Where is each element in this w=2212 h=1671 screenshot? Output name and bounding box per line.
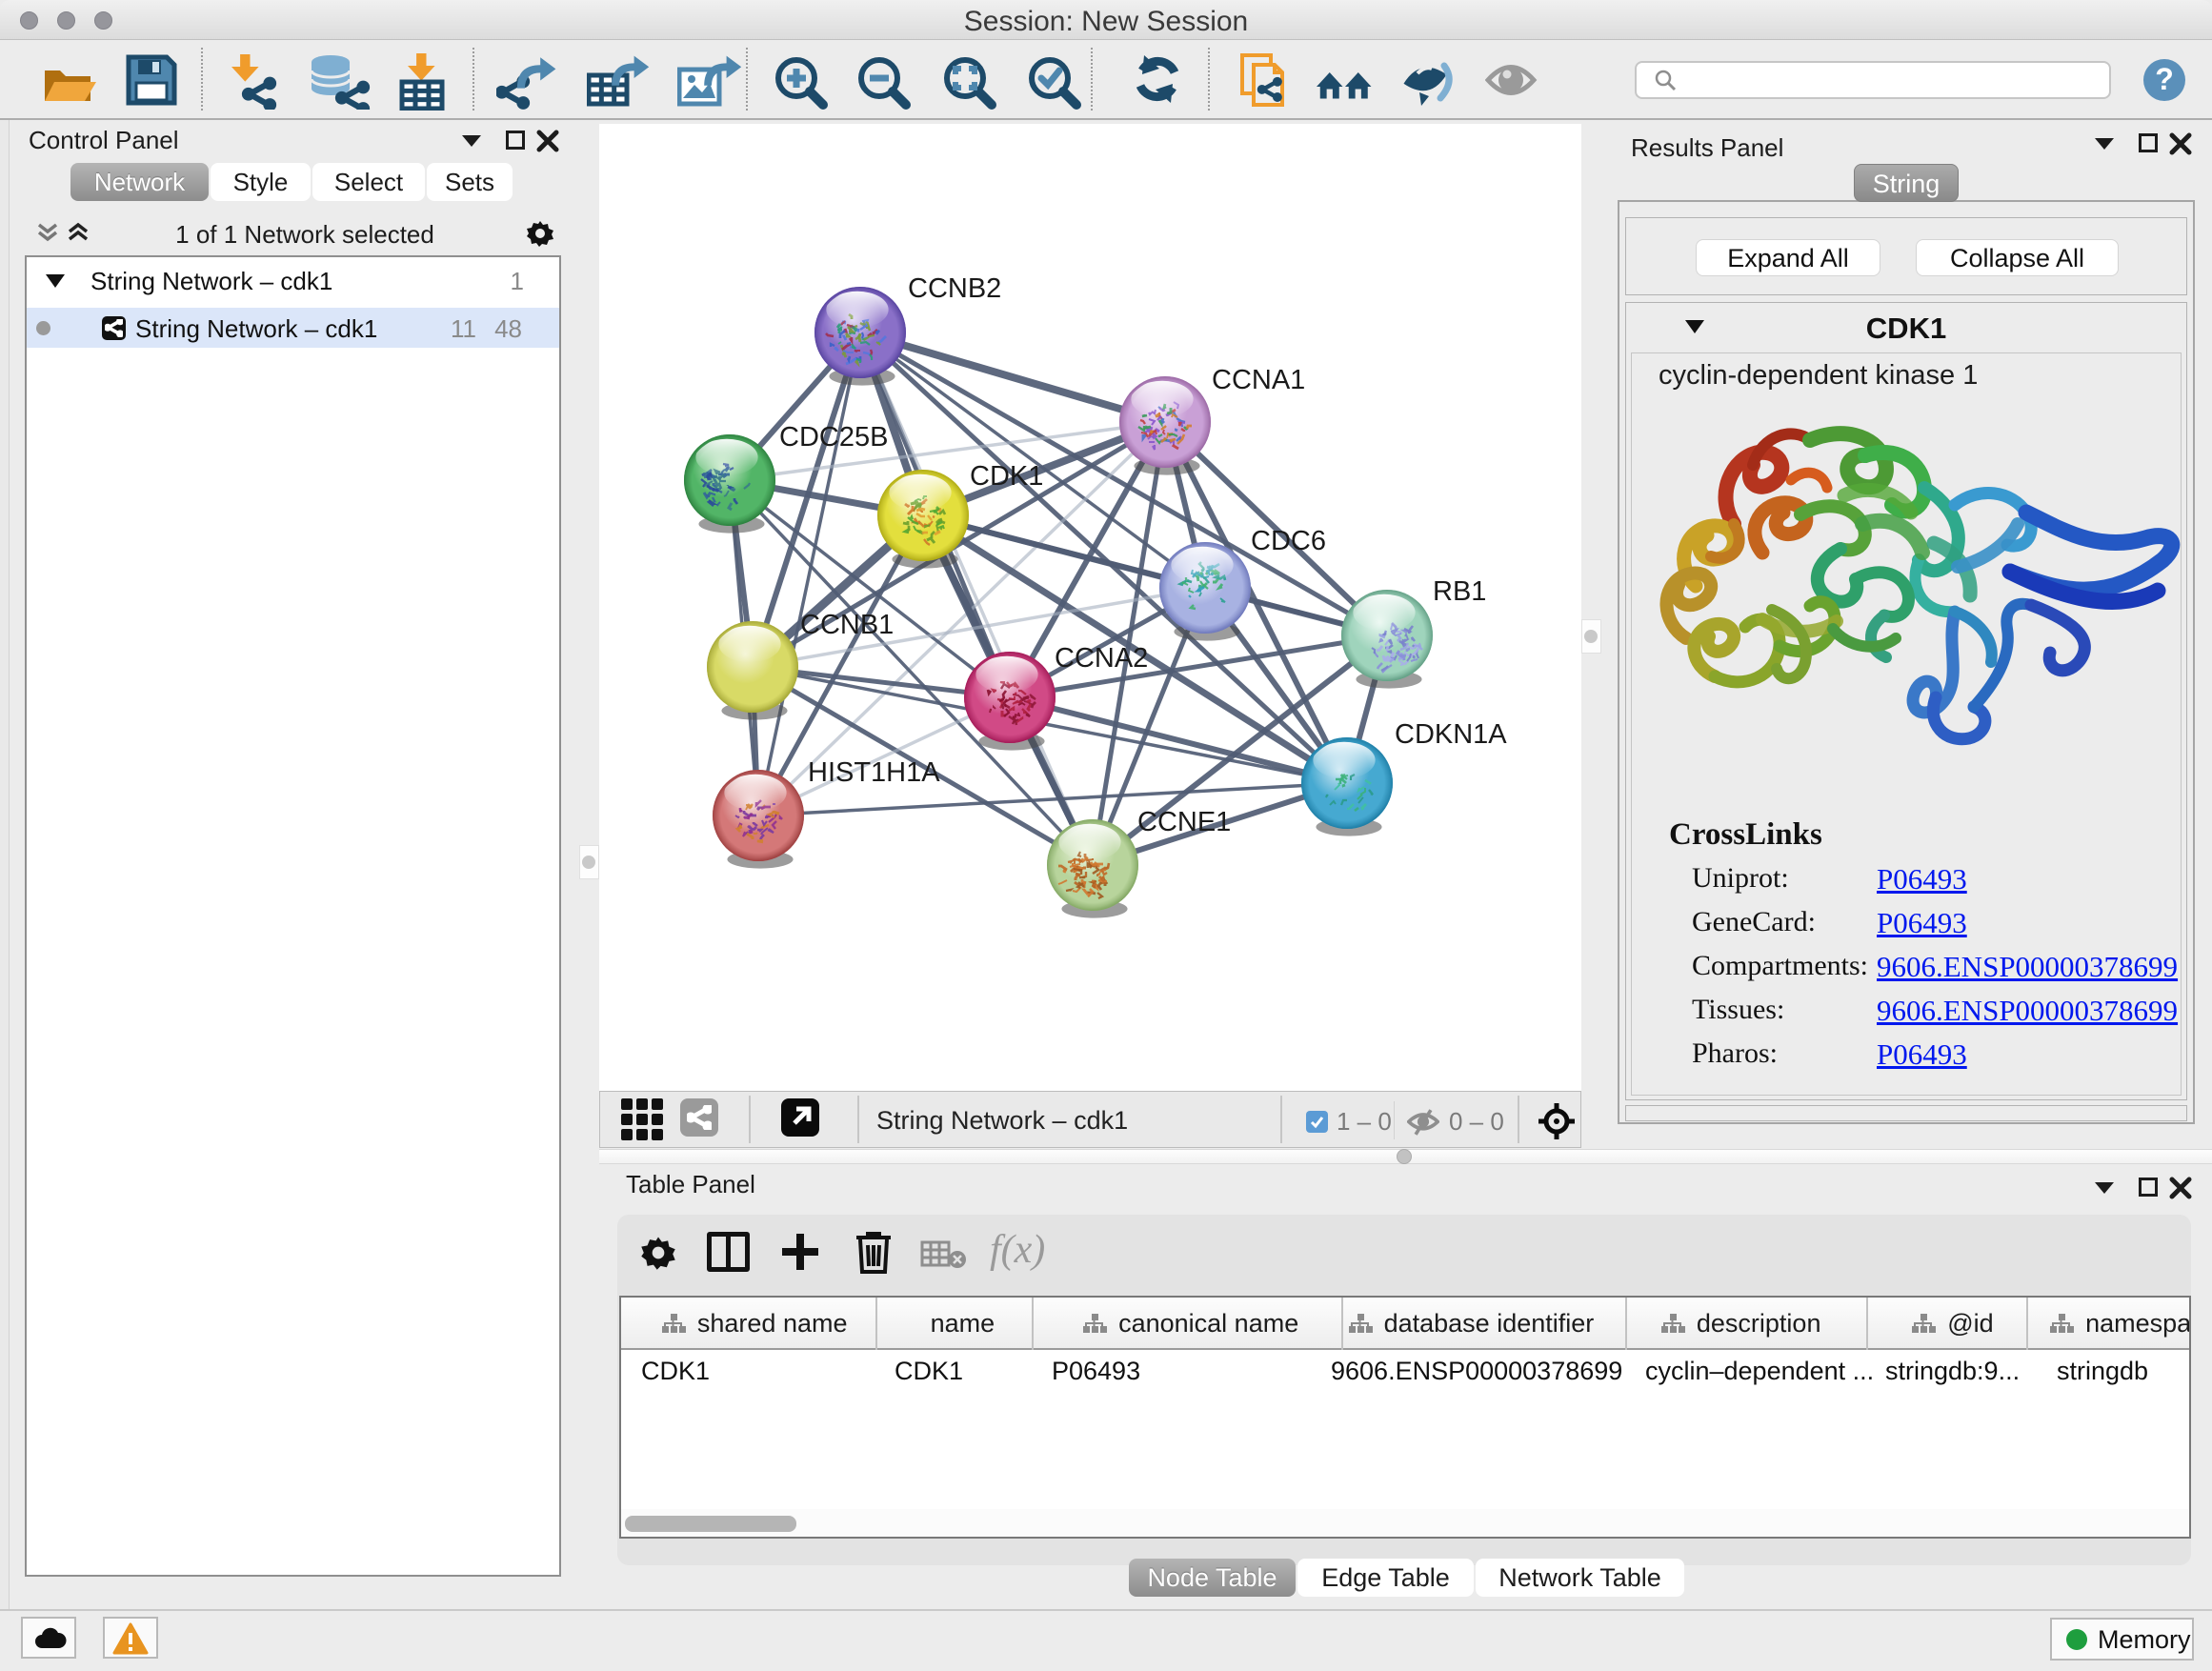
svg-text:CDC6: CDC6 (1251, 526, 1326, 556)
svg-text:CCNB1: CCNB1 (800, 610, 894, 640)
svg-text:CDK1: CDK1 (970, 461, 1043, 492)
svg-text:RB1: RB1 (1433, 576, 1486, 607)
svg-text:?: ? (2155, 62, 2174, 96)
svg-text:CCNA1: CCNA1 (1212, 365, 1305, 395)
svg-text:CCNB2: CCNB2 (908, 273, 1001, 304)
svg-text:CDC25B: CDC25B (779, 422, 888, 453)
svg-text:HIST1H1A: HIST1H1A (808, 757, 940, 788)
svg-text:CDKN1A: CDKN1A (1395, 719, 1507, 750)
svg-text:CCNA2: CCNA2 (1055, 643, 1148, 674)
svg-text:CCNE1: CCNE1 (1137, 807, 1231, 837)
